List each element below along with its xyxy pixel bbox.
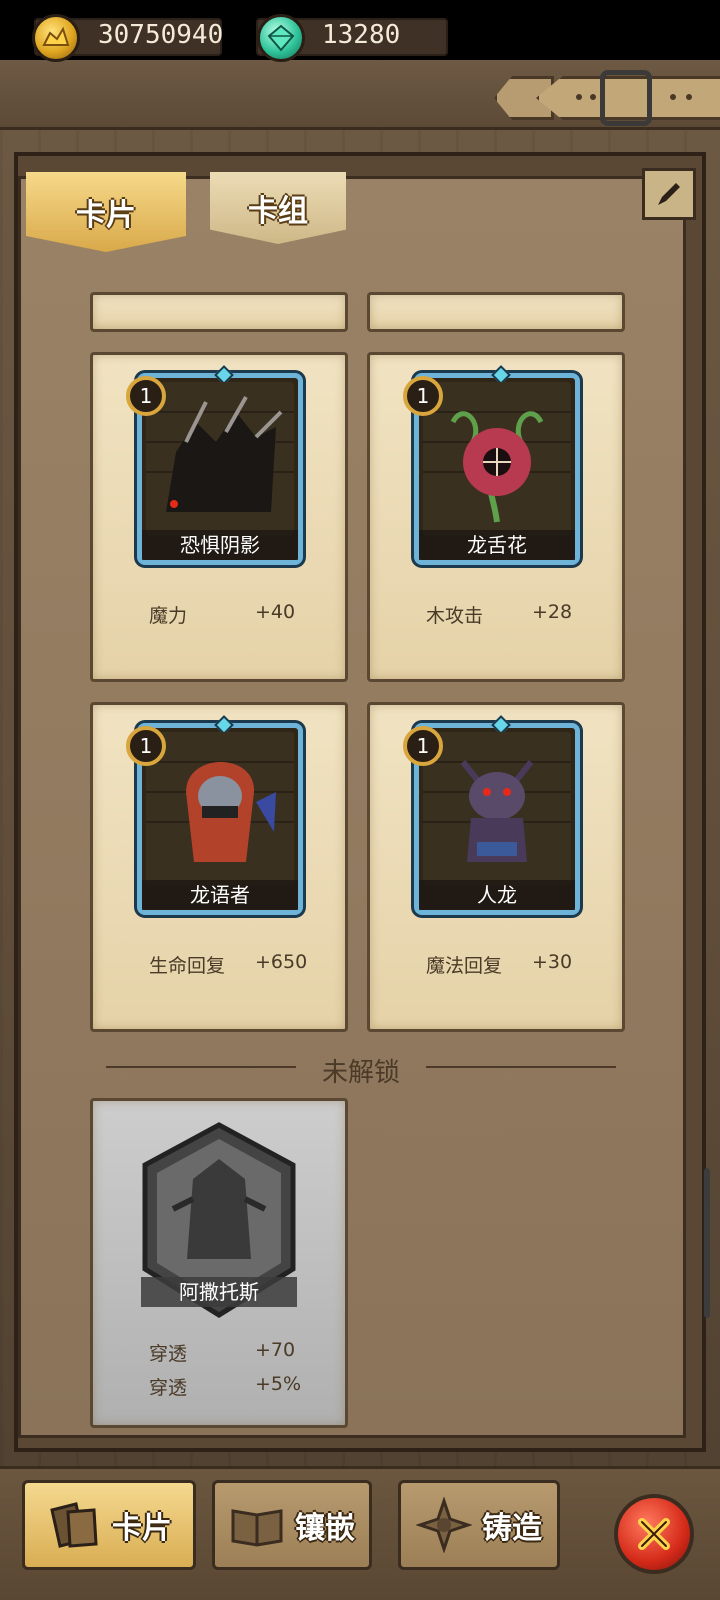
card-stat-row: 木攻击 +28 [370,601,628,631]
locked-card-name: 阿撒托斯 [141,1277,297,1307]
nav-inlay-label: 镶嵌 [295,1511,355,1546]
close-button[interactable] [614,1494,694,1574]
card-art-dread-shadow [146,382,294,536]
belt-rivet [670,94,676,100]
nav-inlay-button[interactable]: 镶嵌 [212,1480,372,1570]
card-slot[interactable]: 1 恐惧阴影 魔力 +40 [90,352,348,682]
belt-rivet [576,94,582,100]
stat-label: 穿透 [149,1343,188,1365]
stat-value: +5% [255,1373,302,1395]
divider-line [426,1066,616,1068]
divider-line [106,1066,296,1068]
tab-cards-label: 卡片 [76,198,136,233]
stat-label: 生命回复 [149,955,226,977]
level-badge: 1 [403,376,443,416]
stat-value: +70 [255,1339,296,1361]
nav-forge-button[interactable]: 铸造 [398,1480,560,1570]
card-slot-partial [90,292,348,332]
gold-icon [32,14,80,62]
book-icon [231,1509,283,1547]
stat-label: 魔力 [149,605,188,627]
card-slot[interactable]: 1 龙舌花 木攻击 +28 [367,352,625,682]
level-badge: 1 [403,726,443,766]
nav-forge-label: 铸造 [482,1511,542,1546]
stat-value: +650 [255,951,308,973]
card-art-dragonman [423,732,571,886]
stat-value: +40 [255,601,296,623]
level-badge: 1 [126,726,166,766]
edit-button[interactable] [642,168,696,220]
card-name: 龙舌花 [419,530,575,560]
level-badge: 1 [126,376,166,416]
nav-cards-button[interactable]: 卡片 [22,1480,196,1570]
gem-icon [257,14,305,62]
card-name: 恐惧阴影 [142,530,298,560]
cards-icon [50,1502,98,1548]
locked-stat-row: 穿透 +5% [93,1373,351,1403]
card-name: 人龙 [419,880,575,910]
nav-cards-label: 卡片 [112,1511,172,1546]
belt-buckle-icon [600,70,652,126]
gold-amount: 30750940 [98,20,224,50]
menu-belt-button[interactable] [490,70,720,126]
card-art-dragon-tongue-flower [423,382,571,536]
card-frame[interactable]: 1 龙舌花 [403,365,580,565]
card-name: 龙语者 [142,880,298,910]
close-icon [638,1518,670,1550]
locked-card-slot[interactable]: 阿撒托斯 穿透 +70 穿透 +5% [90,1098,348,1428]
card-stat-row: 魔法回复 +30 [370,951,628,981]
locked-section-title: 未解锁 [321,1058,400,1088]
tab-deck-label: 卡组 [248,194,308,229]
gem-amount: 13280 [322,20,401,50]
card-frame[interactable]: 1 人龙 [403,715,580,915]
stat-value: +28 [532,601,573,623]
locked-stat-row: 穿透 +70 [93,1339,351,1369]
stat-label: 木攻击 [426,605,484,627]
card-stat-row: 生命回复 +650 [93,951,351,981]
pencil-icon [658,183,680,205]
card-stat-row: 魔力 +40 [93,601,351,631]
card-slot-partial [367,292,625,332]
card-slot[interactable]: 1 龙语者 生命回复 +650 [90,702,348,1032]
forge-icon [416,1497,472,1553]
tab-cards[interactable]: 卡片 [26,172,186,252]
stat-value: +30 [532,951,573,973]
card-art-dragon-speaker [146,732,294,886]
scrollbar[interactable] [704,1168,710,1318]
belt-rivet [590,94,596,100]
locked-divider: 未解锁 [106,1052,616,1088]
card-frame[interactable]: 1 龙语者 [126,715,303,915]
card-slot[interactable]: 1 人龙 魔法回复 +30 [367,702,625,1032]
stat-label: 魔法回复 [426,955,503,977]
tab-deck[interactable]: 卡组 [210,172,346,244]
stat-label: 穿透 [149,1377,188,1399]
card-frame[interactable]: 1 恐惧阴影 [126,365,303,565]
belt-rivet [686,94,692,100]
